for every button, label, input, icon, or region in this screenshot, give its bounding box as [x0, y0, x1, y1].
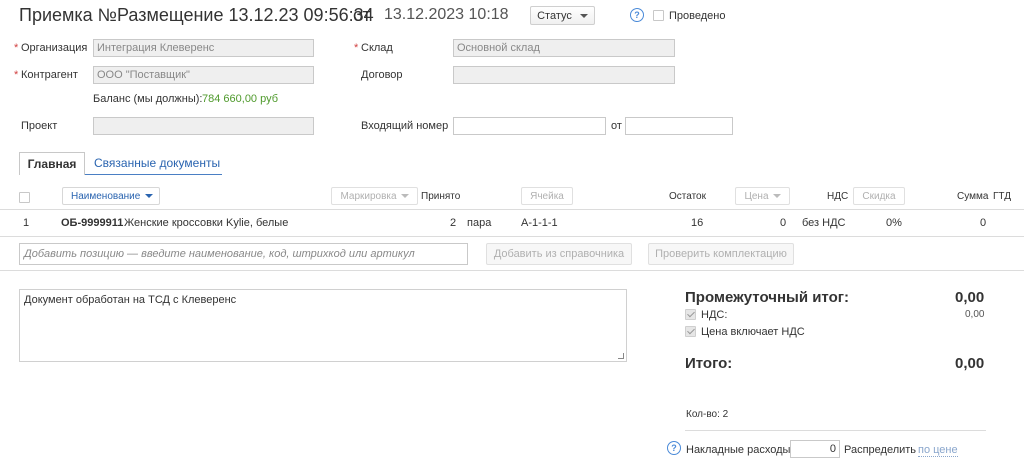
select-all-checkbox[interactable]	[19, 192, 30, 203]
distribute-by-price-link[interactable]: по цене	[918, 444, 958, 457]
chevron-down-icon	[145, 194, 154, 198]
vat-value: 0,00	[965, 309, 985, 320]
chevron-down-icon	[579, 13, 588, 18]
status-button[interactable]: Статус	[530, 6, 595, 25]
contract-label: Договор	[361, 69, 403, 81]
column-price-label: Цена	[744, 190, 769, 202]
overhead-help-icon[interactable]: ?	[667, 441, 681, 455]
required-mark: *	[14, 69, 19, 81]
column-remain-header: Остаток	[669, 191, 706, 202]
incoming-number-label: Входящий номер	[361, 120, 449, 132]
tab-main[interactable]: Главная	[19, 152, 85, 175]
warehouse-field[interactable]: Основной склад	[453, 39, 675, 57]
contract-field[interactable]	[453, 66, 675, 84]
tab-underline	[85, 174, 222, 175]
vat-checkbox	[685, 309, 696, 320]
chevron-down-icon	[772, 194, 781, 198]
comment-textarea[interactable]: Документ обработан на ТСД с Клеверенс	[19, 289, 627, 362]
column-cell-label: Ячейка	[530, 190, 564, 202]
row-discount[interactable]: 0%	[886, 217, 902, 229]
row-number: 1	[23, 217, 30, 229]
doc-date[interactable]: 13.12.2023 10:18	[384, 6, 509, 24]
doc-name-title: Размещение 13.12.23 09:56:34	[117, 5, 374, 25]
column-marking-label: Маркировка	[340, 190, 397, 202]
column-name-label: Наименование	[71, 190, 141, 202]
doc-from-word: от	[353, 5, 371, 25]
warehouse-label: Склад	[361, 42, 393, 54]
column-marking-header[interactable]: Маркировка	[331, 187, 418, 205]
status-button-label: Статус	[537, 9, 572, 22]
row-price[interactable]: 0	[780, 217, 786, 229]
comment-text: Документ обработан на ТСД с Клеверенс	[24, 294, 237, 306]
counterparty-field[interactable]: ООО "Поставщик"	[93, 66, 314, 84]
resize-handle-icon[interactable]	[618, 353, 624, 359]
project-field[interactable]	[93, 117, 314, 135]
row-remain: 16	[691, 217, 704, 229]
row-unit: пара	[467, 217, 492, 229]
incoming-from-label: от	[611, 120, 622, 132]
row-sum: 0	[980, 217, 987, 229]
subtotal-value: 0,00	[955, 289, 985, 306]
doc-type-title: Приемка №	[19, 5, 117, 25]
incoming-date-field[interactable]	[625, 117, 733, 135]
help-icon[interactable]: ?	[630, 8, 644, 22]
quantity-count: Кол-во: 2	[686, 409, 729, 420]
table-bottom-divider	[0, 270, 1024, 271]
tab-main-label: Главная	[27, 157, 77, 171]
incoming-number-field[interactable]	[453, 117, 606, 135]
column-gtd-header: ГТД	[993, 191, 1011, 202]
add-from-catalog-button[interactable]: Добавить из справочника	[486, 243, 632, 265]
row-name[interactable]: Женские кроссовки Kylie, белые	[124, 217, 288, 229]
column-vat-header: НДС	[827, 191, 849, 202]
posted-label: Проведено	[669, 10, 726, 22]
row-code: ОБ-9999911	[61, 217, 124, 229]
subtotal-label: Промежуточный итог:	[685, 289, 849, 306]
organization-field[interactable]: Интеграция Клеверенс	[93, 39, 314, 57]
column-sum-header: Сумма	[957, 191, 989, 202]
counterparty-label: Контрагент	[21, 69, 78, 81]
table-row-divider	[0, 236, 1024, 237]
project-label: Проект	[21, 120, 58, 132]
column-discount-header[interactable]: Скидка	[853, 187, 905, 205]
tab-related-documents[interactable]: Связанные документы	[94, 156, 220, 170]
column-name-header[interactable]: Наименование	[62, 187, 160, 205]
row-vat[interactable]: без НДС	[802, 217, 846, 229]
table-row[interactable]: 1 ОБ-9999911 Женские кроссовки Kylie, бе…	[0, 210, 1024, 236]
posted-checkbox[interactable]	[653, 10, 664, 21]
chevron-down-icon	[400, 194, 409, 198]
total-value: 0,00	[955, 355, 985, 372]
add-position-input[interactable]: Добавить позицию — введите наименование,…	[19, 243, 468, 265]
totals-divider	[685, 430, 986, 431]
column-discount-label: Скидка	[862, 190, 896, 202]
check-kit-button[interactable]: Проверить комплектацию	[648, 243, 794, 265]
column-accepted-header: Принято	[421, 191, 461, 202]
row-qty[interactable]: 2	[450, 217, 456, 229]
organization-label: Организация	[21, 42, 88, 54]
row-cell[interactable]: А-1-1-1	[521, 217, 558, 229]
overhead-label: Накладные расходы	[686, 444, 791, 456]
required-mark: *	[354, 42, 359, 54]
balance-label: Баланс (мы должны):	[93, 93, 203, 105]
balance-value: 784 660,00 руб	[202, 93, 279, 105]
column-price-header[interactable]: Цена	[735, 187, 790, 205]
required-mark: *	[14, 42, 19, 54]
column-cell-header[interactable]: Ячейка	[521, 187, 573, 205]
vat-label: НДС:	[701, 309, 728, 321]
price-includes-vat-label: Цена включает НДС	[701, 326, 805, 338]
overhead-input[interactable]: 0	[790, 440, 840, 458]
distribute-label: Распределить	[844, 444, 917, 456]
total-label: Итого:	[685, 355, 733, 372]
price-includes-vat-checkbox	[685, 326, 696, 337]
